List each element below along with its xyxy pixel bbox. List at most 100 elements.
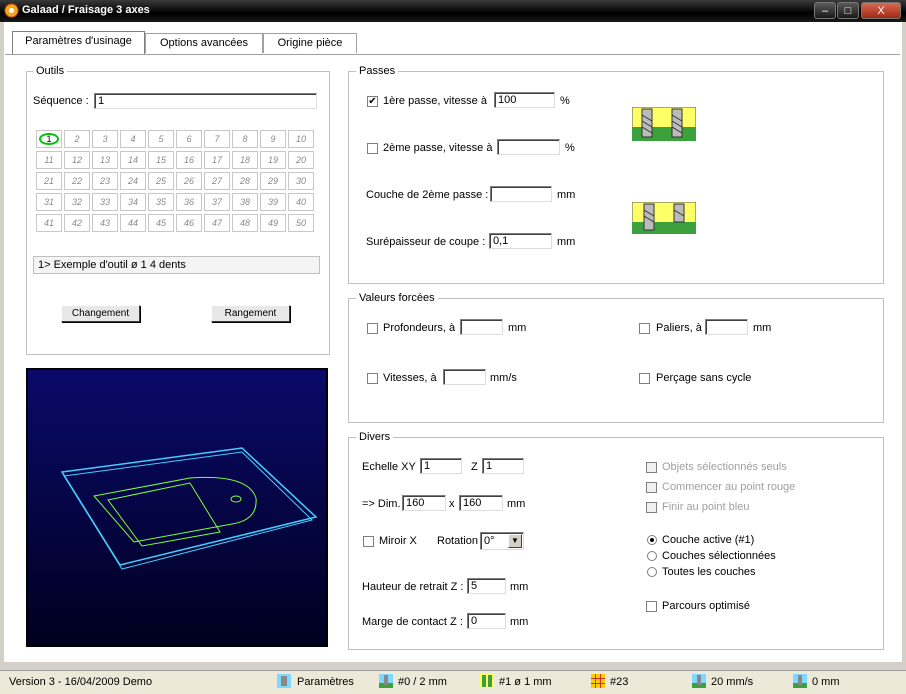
tool-slot-14[interactable]: 14 [120,151,146,169]
tool-slot-21[interactable]: 21 [36,172,62,190]
tool-slot-35[interactable]: 35 [148,193,174,211]
tool-slot-19[interactable]: 19 [260,151,286,169]
pass2-checkbox[interactable] [367,143,378,154]
objets-checkbox[interactable] [646,462,657,473]
couche-label: Couche de 2ème passe : [366,189,489,201]
tool-slot-17[interactable]: 17 [204,151,230,169]
tool-slot-15[interactable]: 15 [148,151,174,169]
tool-info-box: 1> Exemple d'outil ø 1 4 dents [33,256,320,274]
tool-slot-9[interactable]: 9 [260,130,286,148]
echelle-z-input[interactable]: 1 [482,458,524,474]
tool-slot-4[interactable]: 4 [120,130,146,148]
tool-slot-2[interactable]: 2 [64,130,90,148]
dim-x-input[interactable]: 160 [402,495,446,511]
vitesses-label: Vitesses, à [383,372,437,384]
profondeurs-input[interactable] [460,319,503,335]
window-title: Galaad / Fraisage 3 axes [22,4,150,16]
vitesses-checkbox[interactable] [367,373,378,384]
tool-slot-18[interactable]: 18 [232,151,258,169]
tool-slot-48[interactable]: 48 [232,214,258,232]
tool-slot-29[interactable]: 29 [260,172,286,190]
pass2-label: 2ème passe, vitesse à [383,142,493,154]
tool-slot-46[interactable]: 46 [176,214,202,232]
profondeurs-checkbox[interactable] [367,323,378,334]
surepaisseur-unit: mm [557,236,576,248]
tool-slot-45[interactable]: 45 [148,214,174,232]
pass1-speed-input[interactable]: 100 [494,92,555,108]
surepaisseur-input[interactable]: 0,1 [489,233,552,249]
tool-slot-16[interactable]: 16 [176,151,202,169]
changement-button[interactable]: Changement [61,305,140,322]
commencer-checkbox[interactable] [646,482,657,493]
hauteur-input[interactable]: 5 [467,578,506,594]
tab-parametres-usinage[interactable]: Paramètres d'usinage [12,31,145,55]
tool-slot-10[interactable]: 10 [288,130,314,148]
tab-origine-piece[interactable]: Origine pièce [263,33,357,53]
tool-slot-36[interactable]: 36 [176,193,202,211]
tool-slot-3[interactable]: 3 [92,130,118,148]
couches-selectionnees-radio[interactable] [647,551,657,561]
percage-checkbox[interactable] [639,373,650,384]
pass1-unit: % [560,95,570,107]
tool-slot-5[interactable]: 5 [148,130,174,148]
pass1-checkbox[interactable]: ✔ [367,96,378,107]
couche-active-radio[interactable] [647,535,657,545]
tool-slot-50[interactable]: 50 [288,214,314,232]
tool-slot-7[interactable]: 7 [204,130,230,148]
tool-slot-33[interactable]: 33 [92,193,118,211]
parcours-checkbox[interactable] [646,601,657,612]
tool-slot-39[interactable]: 39 [260,193,286,211]
couche-input[interactable] [490,186,552,202]
tool-slot-24[interactable]: 24 [120,172,146,190]
paliers-input[interactable] [705,319,748,335]
tool-slot-32[interactable]: 32 [64,193,90,211]
toolpath-preview[interactable] [26,368,328,647]
maximize-button[interactable]: □ [837,2,859,19]
tool-slot-30[interactable]: 30 [288,172,314,190]
tool-slot-8[interactable]: 8 [232,130,258,148]
finir-checkbox[interactable] [646,502,657,513]
tool-slot-20[interactable]: 20 [288,151,314,169]
close-button[interactable]: X [861,2,901,19]
tool-slot-42[interactable]: 42 [64,214,90,232]
toutes-couches-radio[interactable] [647,567,657,577]
chevron-down-icon[interactable]: ▼ [508,534,522,548]
tool-slot-44[interactable]: 44 [120,214,146,232]
tool-slot-13[interactable]: 13 [92,151,118,169]
tool-slot-28[interactable]: 28 [232,172,258,190]
echelle-xy-input[interactable]: 1 [420,458,462,474]
tool-slot-25[interactable]: 25 [148,172,174,190]
miroir-x-checkbox[interactable] [363,536,374,547]
tool-slot-11[interactable]: 11 [36,151,62,169]
minimize-button[interactable]: – [814,2,836,19]
tool-slot-22[interactable]: 22 [64,172,90,190]
tool-slot-26[interactable]: 26 [176,172,202,190]
tool-slot-12[interactable]: 12 [64,151,90,169]
tool-slot-47[interactable]: 47 [204,214,230,232]
dim-y-input[interactable]: 160 [459,495,503,511]
tool-slot-23[interactable]: 23 [92,172,118,190]
paliers-unit: mm [753,322,772,334]
tool-slot-6[interactable]: 6 [176,130,202,148]
pass2-speed-input[interactable] [497,139,560,155]
tool-slot-41[interactable]: 41 [36,214,62,232]
title-bar[interactable]: Galaad / Fraisage 3 axes – □ X [0,0,906,22]
rotation-select[interactable]: 0° ▼ [480,532,524,550]
sequence-input[interactable]: 1 [94,93,317,109]
tool-slot-43[interactable]: 43 [92,214,118,232]
pass1-label: 1ère passe, vitesse à [383,95,487,107]
speed-icon [692,674,706,688]
tool-slot-34[interactable]: 34 [120,193,146,211]
tool-slot-31[interactable]: 31 [36,193,62,211]
tool-slot-27[interactable]: 27 [204,172,230,190]
paliers-checkbox[interactable] [639,323,650,334]
tool-slot-37[interactable]: 37 [204,193,230,211]
tool-slot-1[interactable]: 1 [36,130,62,148]
rangement-button[interactable]: Rangement [211,305,290,322]
vitesses-input[interactable] [443,369,486,385]
tool-slot-38[interactable]: 38 [232,193,258,211]
tool-slot-49[interactable]: 49 [260,214,286,232]
tab-options-avancees[interactable]: Options avancées [145,33,263,53]
marge-input[interactable]: 0 [467,613,506,629]
tool-slot-40[interactable]: 40 [288,193,314,211]
